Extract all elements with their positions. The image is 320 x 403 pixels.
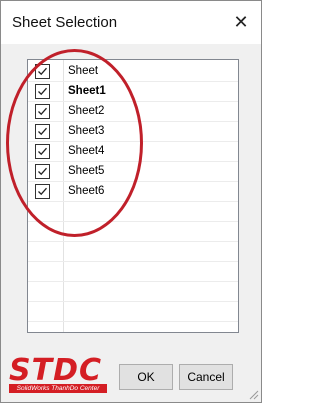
sheet-row[interactable]: Sheet3	[28, 122, 238, 142]
checkmark-icon	[38, 167, 47, 176]
title-bar: Sheet Selection ✕	[1, 1, 261, 44]
resize-grip-icon[interactable]	[247, 388, 259, 400]
checkmark-icon	[38, 87, 47, 96]
empty-row	[28, 242, 238, 262]
checkmark-icon	[38, 107, 47, 116]
sheet-checkbox[interactable]	[35, 184, 50, 199]
close-icon: ✕	[233, 11, 249, 32]
sheet-checkbox[interactable]	[35, 124, 50, 139]
empty-row	[28, 202, 238, 222]
sheet-selection-dialog: Sheet Selection ✕ Sheet Sheet1 Sheet2 Sheet…	[0, 0, 262, 403]
close-button[interactable]: ✕	[227, 9, 255, 35]
sheet-checkbox[interactable]	[35, 64, 50, 79]
sheet-row[interactable]: Sheet4	[28, 142, 238, 162]
empty-row	[28, 262, 238, 282]
empty-row	[28, 222, 238, 242]
checkmark-icon	[38, 187, 47, 196]
sheet-label: Sheet2	[68, 105, 105, 117]
sheet-row[interactable]: Sheet2	[28, 102, 238, 122]
ok-button[interactable]: OK	[119, 364, 173, 390]
empty-row	[28, 302, 238, 322]
sheet-label: Sheet	[68, 65, 99, 77]
dialog-title: Sheet Selection	[12, 14, 118, 31]
sheet-row[interactable]: Sheet1	[28, 82, 238, 102]
sheet-row[interactable]: Sheet	[28, 62, 238, 82]
sheet-label: Sheet6	[68, 185, 105, 197]
sheet-checkbox[interactable]	[35, 104, 50, 119]
stdc-logo: STDC SolidWorks ThanhDo Center	[9, 356, 107, 394]
cancel-button[interactable]: Cancel	[179, 364, 233, 390]
sheet-label: Sheet4	[68, 145, 105, 157]
checkmark-icon	[38, 147, 47, 156]
logo-main-text: STDC	[9, 353, 102, 388]
sheet-label: Sheet3	[68, 125, 105, 137]
empty-row	[28, 282, 238, 302]
logo-sub-text: SolidWorks ThanhDo Center	[9, 384, 107, 393]
checkmark-icon	[38, 67, 47, 76]
sheet-row[interactable]: Sheet6	[28, 182, 238, 202]
sheet-row[interactable]: Sheet5	[28, 162, 238, 182]
sheet-checkbox[interactable]	[35, 84, 50, 99]
sheet-checkbox[interactable]	[35, 164, 50, 179]
sheet-checkbox[interactable]	[35, 144, 50, 159]
sheet-label: Sheet5	[68, 165, 105, 177]
checkmark-icon	[38, 127, 47, 136]
sheet-list[interactable]: Sheet Sheet1 Sheet2 Sheet3 Sheet4 Sheet5 Sheet…	[27, 59, 239, 333]
sheet-label: Sheet1	[68, 85, 106, 97]
